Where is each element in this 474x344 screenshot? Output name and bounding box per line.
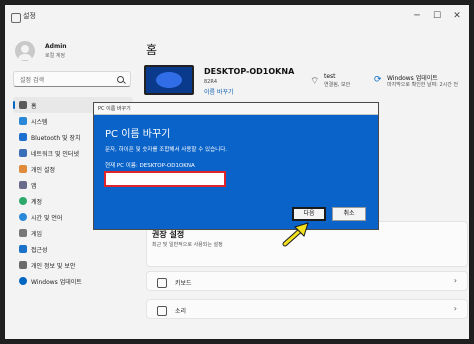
settings-app-icon (11, 13, 21, 23)
sidebar-item-label: 개인 설정 (31, 167, 55, 174)
next-button[interactable]: 다음 (292, 207, 326, 221)
sidebar-item-label: 시스템 (31, 119, 48, 126)
windows-update-status: 마지막으로 확인한 날짜: 2시간 전 (387, 82, 459, 88)
sidebar-item-label: 계정 (31, 199, 43, 206)
bluetooth-icon (19, 133, 27, 141)
sidebar-item-label: 접근성 (31, 247, 48, 254)
window-title: 설정 (23, 12, 36, 20)
monitor-icon (19, 117, 27, 125)
search-icon (117, 76, 124, 83)
profile-name: Admin (45, 43, 67, 50)
recommended-title: 권장 설정 (152, 230, 185, 239)
refresh-icon: ⟳ (374, 75, 382, 85)
minimize-icon[interactable]: ─ (411, 10, 423, 22)
dialog-description: 문자, 하이픈 및 숫자를 조합해서 사용할 수 있습니다. (105, 147, 227, 153)
keyboard-icon (157, 278, 167, 288)
apps-icon (19, 181, 27, 189)
search-box[interactable]: 설정 검색 (13, 71, 131, 87)
pointer-arrow-annotation (282, 222, 309, 247)
globe-icon (19, 213, 27, 221)
wifi-status: 연결됨, 보안 (324, 82, 351, 88)
titlebar: 설정 ─ ☐ ✕ (5, 5, 469, 31)
dialog-heading: PC 이름 바꾸기 (105, 129, 171, 140)
sidebar-item-label: 네트워크 및 인터넷 (31, 151, 79, 158)
shield-icon (19, 261, 27, 269)
row-label: 키보드 (175, 280, 192, 287)
sidebar-item-windows-update[interactable]: Windows 업데이트 (13, 273, 133, 289)
recommended-subtitle: 최근 및 일반적으로 사용되는 설정 (152, 242, 223, 248)
profile-account-type: 로컬 계정 (45, 53, 65, 59)
accessibility-icon (19, 245, 27, 253)
sidebar-item-label: 홈 (31, 103, 37, 110)
search-placeholder: 설정 검색 (20, 77, 44, 84)
wifi-name[interactable]: test (324, 73, 336, 80)
pc-model: 82R4 (204, 79, 218, 85)
brush-icon (19, 165, 27, 173)
rename-link[interactable]: 이름 바꾸기 (204, 87, 234, 96)
sidebar-item-label: 개인 정보 및 보안 (31, 263, 76, 270)
settings-row-sound[interactable]: 소리 › (146, 299, 468, 319)
refresh-icon (19, 277, 27, 285)
pc-name: DESKTOP-OD1OKNA (204, 67, 295, 76)
close-icon[interactable]: ✕ (451, 10, 463, 22)
pc-thumbnail (144, 65, 194, 95)
speaker-icon (157, 306, 167, 316)
settings-row-keyboard[interactable]: 키보드 › (146, 271, 468, 291)
dialog-title: PC 이름 바꾸기 (98, 106, 131, 112)
row-label: 소리 (175, 308, 187, 315)
sidebar-item-label: 시간 및 언어 (31, 215, 63, 222)
current-pc-name: 현재 PC 이름: DESKTOP-OD1OKNA (105, 163, 195, 169)
new-pc-name-input[interactable] (104, 171, 226, 187)
dialog-titlebar: PC 이름 바꾸기 (94, 103, 378, 115)
page-title: 홈 (146, 43, 158, 57)
rename-pc-dialog: PC 이름 바꾸기 PC 이름 바꾸기 문자, 하이픈 및 숫자를 조합해서 사… (93, 102, 379, 230)
home-icon (19, 101, 27, 109)
gamepad-icon (19, 229, 27, 237)
chevron-right-icon: › (453, 304, 457, 313)
sidebar-item-label: Windows 업데이트 (31, 279, 82, 286)
account-icon (19, 197, 27, 205)
sidebar-item-accessibility[interactable]: 접근성 (13, 241, 133, 257)
sidebar-item-label: 게임 (31, 231, 43, 238)
sidebar-item-label: Bluetooth 및 장치 (31, 135, 81, 142)
cancel-button[interactable]: 취소 (332, 207, 366, 221)
avatar (15, 41, 35, 61)
network-icon (19, 149, 27, 157)
chevron-right-icon: › (453, 276, 457, 285)
maximize-icon[interactable]: ☐ (431, 10, 443, 22)
wifi-icon: ⌔ (310, 76, 320, 87)
sidebar-item-label: 앱 (31, 183, 37, 190)
sidebar-item-privacy[interactable]: 개인 정보 및 보안 (13, 257, 133, 273)
